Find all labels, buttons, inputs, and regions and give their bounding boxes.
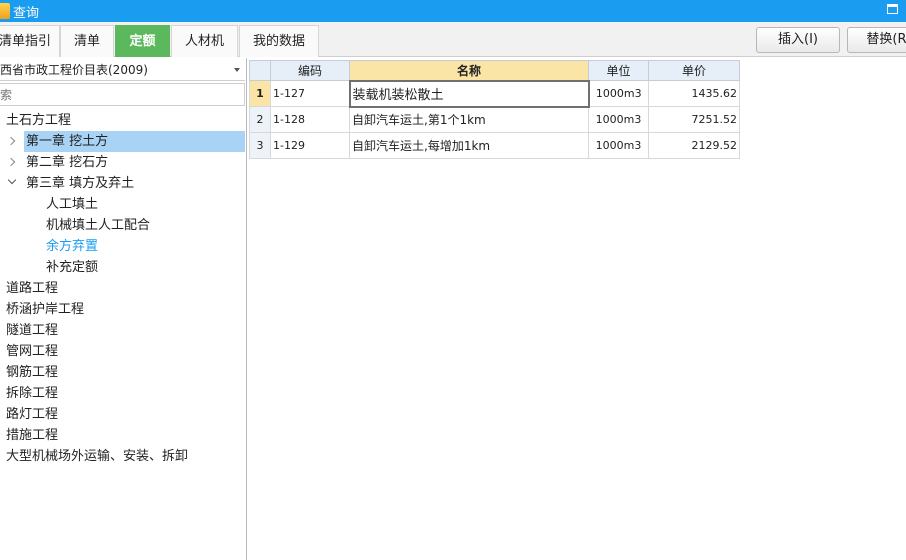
row-number: 2	[249, 106, 271, 133]
insert-button[interactable]: 插入(I)	[756, 27, 840, 53]
quota-grid: 编码 名称 单位 单价 1 1-127 装载机装松散土 1000m3 1435.…	[249, 60, 740, 159]
header-name[interactable]: 名称	[349, 60, 589, 81]
cell-price[interactable]: 1435.62	[648, 80, 740, 107]
cell-name[interactable]: 自卸汽车运土,每增加1km	[349, 132, 589, 159]
table-row[interactable]: 3 1-129 自卸汽车运土,每增加1km 1000m3 2129.52	[249, 132, 740, 159]
cell-price[interactable]: 2129.52	[648, 132, 740, 159]
header-price[interactable]: 单价	[648, 60, 740, 81]
tab-my-data[interactable]: 我的数据	[239, 25, 319, 57]
header-code[interactable]: 编码	[270, 60, 350, 81]
header-unit[interactable]: 单位	[588, 60, 649, 81]
chevron-right-icon[interactable]	[6, 157, 16, 167]
cell-name[interactable]: 装载机装松散土	[348, 79, 590, 108]
chevron-down-icon[interactable]	[7, 175, 17, 185]
tree-item-chapter-3[interactable]: 第三章 填方及弃土	[26, 173, 134, 194]
table-row[interactable]: 1 1-127 装载机装松散土 1000m3 1435.62	[249, 79, 740, 108]
tree-item-earthwork[interactable]: 土石方工程	[6, 110, 71, 131]
corner-cell	[249, 60, 271, 81]
cell-unit[interactable]: 1000m3	[588, 132, 649, 159]
chevron-down-icon[interactable]	[234, 68, 240, 72]
grid-header: 编码 名称 单位 单价	[249, 60, 740, 81]
tree-item-rebar[interactable]: 钢筋工程	[6, 362, 58, 383]
tree-item-manual-fill[interactable]: 人工填土	[46, 194, 98, 215]
tree-item-streetlight[interactable]: 路灯工程	[6, 404, 58, 425]
tree-item-chapter-1[interactable]: 第一章 挖土方	[24, 131, 245, 152]
tree-item-surplus-disposal[interactable]: 余方弃置	[46, 236, 98, 257]
cell-code[interactable]: 1-128	[270, 106, 350, 133]
row-number: 1	[249, 80, 271, 107]
tab-materials[interactable]: 人材机	[171, 25, 238, 57]
row-number: 3	[249, 132, 271, 159]
tree-item-supplementary[interactable]: 补充定额	[46, 257, 98, 278]
window-title: 查询	[13, 5, 40, 21]
search-input[interactable]	[0, 83, 245, 106]
tree-item-tunnel[interactable]: 隧道工程	[6, 320, 58, 341]
tree-item-road[interactable]: 道路工程	[6, 278, 58, 299]
catalog-panel: 西省市政工程价目表(2009) 土石方工程 第一章 挖土方 第二章 挖石方 第三…	[0, 58, 247, 560]
replace-button[interactable]: 替换(R)	[847, 27, 906, 53]
cell-unit[interactable]: 1000m3	[588, 106, 649, 133]
tree-item-chapter-2[interactable]: 第二章 挖石方	[26, 152, 108, 173]
tree-item-demolition[interactable]: 拆除工程	[6, 383, 58, 404]
tree-item-machine-fill[interactable]: 机械填土人工配合	[46, 215, 150, 236]
table-row[interactable]: 2 1-128 自卸汽车运土,第1个1km 1000m3 7251.52	[249, 106, 740, 133]
catalog-dropdown[interactable]: 西省市政工程价目表(2009)	[0, 59, 245, 81]
chevron-right-icon[interactable]	[6, 136, 16, 146]
tab-list-guide[interactable]: 清单指引	[0, 25, 60, 57]
app-icon	[0, 3, 10, 19]
tab-quota[interactable]: 定额	[115, 25, 170, 57]
title-bar: 查询	[0, 0, 906, 22]
maximize-icon[interactable]	[887, 4, 898, 14]
catalog-selected: 西省市政工程价目表(2009)	[0, 63, 148, 77]
tab-list[interactable]: 清单	[60, 25, 114, 57]
cell-name[interactable]: 自卸汽车运土,第1个1km	[349, 106, 589, 133]
cell-code[interactable]: 1-129	[270, 132, 350, 159]
tree-item-large-machinery[interactable]: 大型机械场外运输、安装、拆卸	[6, 446, 188, 467]
tree-item-bridge[interactable]: 桥涵护岸工程	[6, 299, 84, 320]
tree-item-pipe[interactable]: 管网工程	[6, 341, 58, 362]
cell-unit[interactable]: 1000m3	[588, 80, 649, 107]
cell-code[interactable]: 1-127	[270, 80, 350, 107]
cell-price[interactable]: 7251.52	[648, 106, 740, 133]
tree-item-measures[interactable]: 措施工程	[6, 425, 58, 446]
